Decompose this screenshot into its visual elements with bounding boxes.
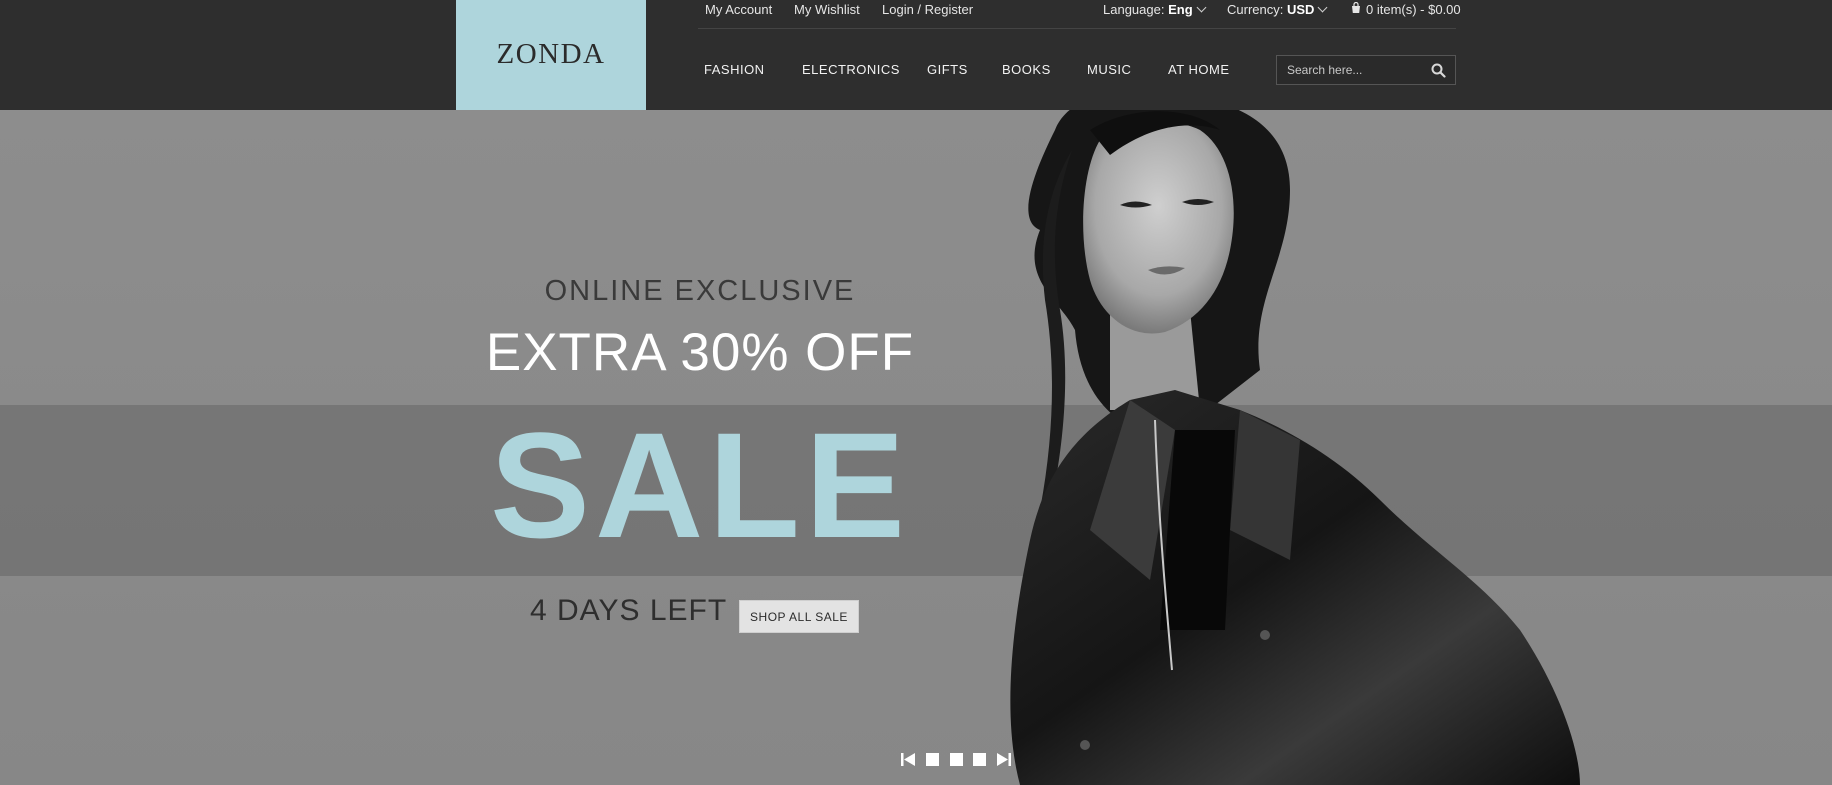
next-icon[interactable] xyxy=(996,752,1012,767)
cart-link[interactable]: 0 item(s) - $0.00 xyxy=(1350,1,1461,17)
currency-selector[interactable]: Currency: USD xyxy=(1227,2,1328,17)
search-icon xyxy=(1431,63,1446,78)
hero-countdown: 4 DAYS LEFT xyxy=(530,594,728,627)
logo-text: ZONDA xyxy=(496,37,606,70)
language-label: Language: xyxy=(1103,2,1165,17)
cart-icon xyxy=(1352,1,1360,13)
hero-banner: ONLINE EXCLUSIVE EXTRA 30% OFF SALE 4 DA… xyxy=(0,110,1832,785)
slide-dot[interactable] xyxy=(926,753,939,766)
nav-item-electronics[interactable]: ELECTRONICS xyxy=(802,62,900,77)
slide-dot[interactable] xyxy=(950,753,963,766)
language-selector[interactable]: Language: Eng xyxy=(1103,2,1207,17)
shop-all-sale-button[interactable]: SHOP ALL SALE xyxy=(739,600,859,633)
language-value: Eng xyxy=(1168,2,1193,17)
slide-dot[interactable] xyxy=(973,753,986,766)
search-box xyxy=(1276,55,1456,85)
hero-offer: EXTRA 30% OFF xyxy=(485,323,915,382)
currency-label: Currency: xyxy=(1227,2,1284,17)
cart-summary: 0 item(s) - $0.00 xyxy=(1366,2,1461,17)
currency-value: USD xyxy=(1286,2,1315,17)
login-register-link[interactable]: Login / Register xyxy=(882,2,973,17)
chevron-down-icon xyxy=(1317,2,1328,13)
chevron-down-icon xyxy=(1196,2,1207,13)
my-account-link[interactable]: My Account xyxy=(705,2,772,17)
prev-icon[interactable] xyxy=(900,752,916,767)
my-wishlist-link[interactable]: My Wishlist xyxy=(794,2,860,17)
header-divider xyxy=(698,28,1456,29)
nav-item-gifts[interactable]: GIFTS xyxy=(927,62,968,77)
hero-model-image[interactable] xyxy=(960,110,1832,785)
site-header: ZONDA My Account My Wishlist Login / Reg… xyxy=(0,0,1832,110)
nav-item-music[interactable]: MUSIC xyxy=(1087,62,1131,77)
search-input[interactable] xyxy=(1277,56,1417,84)
hero-pretitle: ONLINE EXCLUSIVE xyxy=(544,275,856,307)
nav-item-fashion[interactable]: FASHION xyxy=(704,62,765,77)
hero-headline: SALE xyxy=(489,401,911,569)
nav-item-books[interactable]: BOOKS xyxy=(1002,62,1051,77)
search-button[interactable] xyxy=(1425,58,1451,82)
nav-item-at-home[interactable]: AT HOME xyxy=(1168,62,1230,77)
logo[interactable]: ZONDA xyxy=(456,0,646,110)
